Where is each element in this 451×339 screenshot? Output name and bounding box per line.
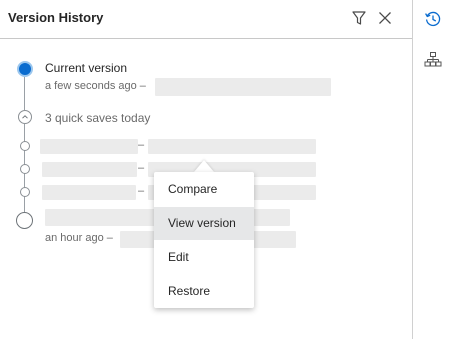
quick-save-node[interactable]	[20, 141, 30, 151]
quick-saves-label[interactable]: 3 quick saves today	[45, 111, 150, 125]
menu-item-edit[interactable]: Edit	[154, 241, 254, 274]
version-history-panel: Version History Current version a few se…	[0, 0, 413, 339]
quick-save-separator: –	[138, 162, 145, 174]
filter-icon[interactable]	[350, 9, 368, 27]
current-version-time: a few seconds ago –	[45, 80, 146, 92]
quick-save-time-redacted	[42, 185, 136, 200]
older-version-time: an hour ago –	[45, 232, 113, 244]
history-icon[interactable]	[423, 9, 443, 29]
context-menu-pointer	[194, 160, 214, 172]
quick-save-node[interactable]	[20, 187, 30, 197]
older-version-node[interactable]	[16, 212, 33, 229]
hierarchy-icon[interactable]	[423, 50, 443, 70]
current-version-node[interactable]	[17, 61, 33, 77]
menu-item-restore[interactable]: Restore	[154, 275, 254, 308]
quick-save-separator: –	[138, 139, 145, 151]
quick-save-time-redacted	[40, 139, 138, 154]
menu-item-compare[interactable]: Compare	[154, 173, 254, 206]
menu-item-view-version[interactable]: View version	[154, 207, 254, 240]
chevron-up-icon	[22, 115, 28, 119]
version-context-menu: Compare View version Edit Restore	[154, 172, 254, 308]
current-version-label[interactable]: Current version	[45, 61, 127, 75]
quick-saves-toggle[interactable]	[18, 110, 32, 124]
right-tool-rail	[413, 0, 451, 339]
timeline-connector	[24, 77, 25, 110]
panel-header: Version History	[0, 0, 412, 39]
author-name-redacted	[155, 78, 331, 96]
quick-save-separator: –	[138, 185, 145, 197]
panel-title: Version History	[8, 10, 104, 25]
quick-save-time-redacted	[42, 162, 137, 177]
quick-save-node[interactable]	[20, 164, 30, 174]
close-icon[interactable]	[376, 9, 394, 27]
quick-save-author-redacted	[148, 139, 316, 154]
